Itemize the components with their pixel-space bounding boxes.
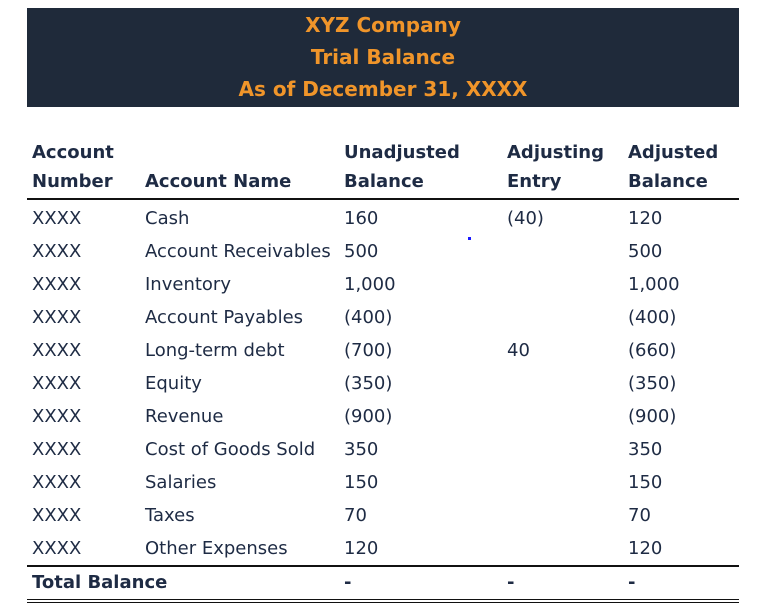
account-name-cell: Other Expenses <box>145 538 288 559</box>
table-row: XXXX Account Receivables 500 500 <box>27 235 739 268</box>
header-account-number-line2: Number <box>32 171 113 192</box>
header-account-number-line1: Account <box>32 142 114 163</box>
table-row: XXXX Other Expenses 120 120 <box>27 532 739 565</box>
account-number-cell: XXXX <box>32 538 82 559</box>
table-row: XXXX Long-term debt (700) 40 (660) <box>27 334 739 367</box>
stray-dot <box>468 237 471 240</box>
account-name-cell: Long-term debt <box>145 340 285 361</box>
table-row: XXXX Revenue (900) (900) <box>27 400 739 433</box>
report-title: Trial Balance <box>310 45 456 69</box>
unadjusted-balance-cell: 1,000 <box>344 274 396 295</box>
account-name-cell: Equity <box>145 373 202 394</box>
unadjusted-balance-cell: (900) <box>344 406 393 427</box>
account-number-cell: XXXX <box>32 208 82 229</box>
account-name-cell: Account Receivables <box>145 241 331 262</box>
unadjusted-balance-cell: 150 <box>344 472 379 493</box>
account-name-cell: Taxes <box>145 505 195 526</box>
unadjusted-balance-cell: (700) <box>344 340 393 361</box>
total-row: Total Balance - - - <box>27 567 739 603</box>
table-body: XXXX Cash 160 (40) 120 XXXX Account Receivable… <box>27 200 739 567</box>
report-header-banner: XYZ Company Trial Balance As of December… <box>27 8 739 107</box>
account-name-cell: Account Payables <box>145 307 304 328</box>
total-adjusting: - <box>507 572 515 593</box>
account-number-cell: XXXX <box>32 505 82 526</box>
account-number-cell: XXXX <box>32 406 82 427</box>
adjusted-balance-cell: 70 <box>628 505 651 526</box>
adjusted-balance-cell: 120 <box>628 208 663 229</box>
account-number-cell: XXXX <box>32 241 82 262</box>
table-row: XXXX Salaries 150 150 <box>27 466 739 499</box>
account-number-cell: XXXX <box>32 472 82 493</box>
account-name-cell: Cost of Goods Sold <box>145 439 316 460</box>
adjusted-balance-cell: 500 <box>628 241 663 262</box>
total-adjusted: - <box>628 572 636 593</box>
unadjusted-balance-cell: 70 <box>344 505 367 526</box>
total-unadjusted: - <box>344 572 352 593</box>
unadjusted-balance-cell: 500 <box>344 241 379 262</box>
total-label: Total Balance <box>32 572 168 593</box>
account-number-cell: XXXX <box>32 340 82 361</box>
adjusting-entry-cell: 40 <box>507 340 530 361</box>
header-adjusted-line1: Adjusted <box>628 142 719 163</box>
table-row: XXXX Taxes 70 70 <box>27 499 739 532</box>
header-unadjusted-line2: Balance <box>344 171 424 192</box>
unadjusted-balance-cell: 120 <box>344 538 379 559</box>
adjusted-balance-cell: (900) <box>628 406 677 427</box>
account-name-cell: Salaries <box>145 472 217 493</box>
table-row: XXXX Cash 160 (40) 120 <box>27 202 739 235</box>
table-row: XXXX Account Payables (400) (400) <box>27 301 739 334</box>
account-name-cell: Cash <box>145 208 190 229</box>
account-name-cell: Revenue <box>145 406 224 427</box>
adjusted-balance-cell: 150 <box>628 472 663 493</box>
adjusted-balance-cell: 1,000 <box>628 274 680 295</box>
account-number-cell: XXXX <box>32 439 82 460</box>
account-number-cell: XXXX <box>32 307 82 328</box>
report-date: As of December 31, XXXX <box>238 77 528 101</box>
adjusted-balance-cell: (350) <box>628 373 677 394</box>
unadjusted-balance-cell: (400) <box>344 307 393 328</box>
table-row: XXXX Inventory 1,000 1,000 <box>27 268 739 301</box>
unadjusted-balance-cell: 160 <box>344 208 379 229</box>
unadjusted-balance-cell: 350 <box>344 439 379 460</box>
header-adjusting-line2: Entry <box>507 171 562 192</box>
adjusted-balance-cell: 350 <box>628 439 663 460</box>
table-row: XXXX Equity (350) (350) <box>27 367 739 400</box>
header-unadjusted-line1: Unadjusted <box>344 142 460 163</box>
trial-balance-table: Account Number Account Name Unadjusted B… <box>27 138 739 603</box>
table-row: XXXX Cost of Goods Sold 350 350 <box>27 433 739 466</box>
adjusted-balance-cell: (400) <box>628 307 677 328</box>
header-adjusted-line2: Balance <box>628 171 708 192</box>
account-number-cell: XXXX <box>32 274 82 295</box>
adjusting-entry-cell: (40) <box>507 208 544 229</box>
account-number-cell: XXXX <box>32 373 82 394</box>
header-adjusting-line1: Adjusting <box>507 142 604 163</box>
header-account-name: Account Name <box>145 171 292 192</box>
unadjusted-balance-cell: (350) <box>344 373 393 394</box>
adjusted-balance-cell: 120 <box>628 538 663 559</box>
adjusted-balance-cell: (660) <box>628 340 677 361</box>
table-header: Account Number Account Name Unadjusted B… <box>27 138 739 200</box>
account-name-cell: Inventory <box>145 274 231 295</box>
company-name: XYZ Company <box>305 13 461 37</box>
